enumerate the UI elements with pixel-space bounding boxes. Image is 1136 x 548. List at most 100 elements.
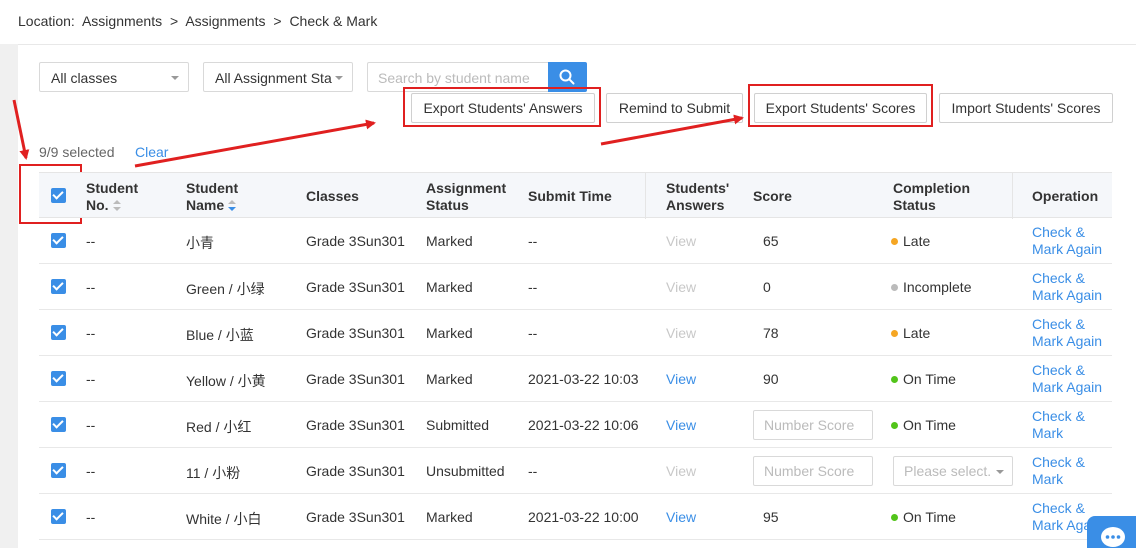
cell-completion-status: On Time [891, 509, 956, 525]
score-input[interactable]: Number Score [753, 410, 873, 440]
completion-label: Late [903, 325, 931, 341]
status-dot [891, 330, 898, 337]
breadcrumb-item[interactable]: Assignments [82, 13, 162, 29]
check-mark-link[interactable]: Check & Mark Again [1032, 224, 1112, 258]
chevron-down-icon [996, 470, 1004, 474]
cell-assignment-status: Marked [426, 509, 473, 525]
operation-label: Check & [1032, 408, 1085, 424]
search-placeholder: Search by student name [378, 70, 530, 86]
annotation-highlight-box [748, 84, 933, 127]
score-placeholder: Number Score [764, 417, 855, 433]
cell-submit-time: -- [528, 279, 538, 295]
cell-student-no: -- [86, 509, 96, 525]
sort-icon[interactable] [228, 200, 237, 212]
view-answers-link: View [666, 233, 697, 249]
operation-label: Check & [1032, 224, 1085, 240]
score-input[interactable]: Number Score [753, 456, 873, 486]
header-label: Status [893, 197, 936, 213]
sort-icon[interactable] [112, 200, 121, 212]
chevron-down-icon [171, 76, 179, 80]
cell-assignment-status: Marked [426, 279, 473, 295]
breadcrumb-item[interactable]: Assignments [185, 13, 265, 29]
select-all-checkbox[interactable] [51, 188, 66, 203]
cell-assignment-status: Submitted [426, 417, 490, 433]
view-answers-link[interactable]: View [666, 509, 696, 525]
check-mark-link[interactable]: Check & Mark Again [1032, 270, 1112, 304]
row-checkbox[interactable] [51, 463, 66, 478]
chevron-down-icon [335, 76, 343, 80]
chat-bubble-icon [1101, 527, 1125, 547]
row-checkbox[interactable] [51, 371, 66, 386]
cell-student-name: Yellow / 小黄 [186, 373, 266, 389]
operation-label: Check & [1032, 454, 1085, 470]
header-label: Name [186, 197, 225, 213]
chat-widget-button[interactable] [1087, 516, 1136, 548]
header-assignment-status: Assignment Status [426, 180, 506, 214]
view-answers-link: View [666, 463, 697, 479]
cell-class: Grade 3Sun301 [306, 417, 405, 433]
check-mark-link[interactable]: Check & Mark [1032, 408, 1112, 442]
completion-status-select[interactable]: Please select. [893, 456, 1013, 486]
table-row: -- Green / 小绿 Grade 3Sun301 Marked -- View 0 In… [39, 264, 1112, 310]
status-filter-value: All Assignment Sta [215, 70, 332, 86]
assignment-status-select[interactable]: All Assignment Sta [203, 62, 353, 92]
completion-label: On Time [903, 509, 956, 525]
cell-score: 95 [763, 509, 779, 525]
view-answers-link: View [666, 325, 697, 341]
breadcrumb-prefix: Location: [18, 13, 75, 29]
cell-student-name: Red / 小红 [186, 419, 252, 435]
clear-selection-link[interactable]: Clear [135, 144, 168, 160]
cell-class: Grade 3Sun301 [306, 279, 405, 295]
completion-label: On Time [903, 417, 956, 433]
completion-placeholder: Please select. [904, 463, 992, 479]
operation-label: Check & [1032, 362, 1085, 378]
header-completion-status: Completion Status [893, 180, 970, 214]
check-mark-link[interactable]: Check & Mark Again [1032, 362, 1112, 396]
header-label: Student [186, 180, 239, 196]
header-label: Students' [666, 180, 730, 196]
row-checkbox[interactable] [51, 279, 66, 294]
cell-class: Grade 3Sun301 [306, 233, 405, 249]
remind-submit-button[interactable]: Remind to Submit [606, 93, 743, 123]
header-label: Student [86, 180, 139, 196]
cell-score: 0 [763, 279, 771, 295]
row-checkbox[interactable] [51, 417, 66, 432]
cell-completion-status: On Time [891, 417, 956, 433]
row-checkbox[interactable] [51, 233, 66, 248]
status-dot [891, 514, 898, 521]
row-checkbox[interactable] [51, 509, 66, 524]
view-answers-link[interactable]: View [666, 417, 696, 433]
cell-completion-status: On Time [891, 371, 956, 387]
status-dot [891, 376, 898, 383]
breadcrumb: Location: Assignments > Assignments > Ch… [18, 13, 381, 29]
table-header: Student No. Student Name Classes Assignm… [39, 172, 1112, 219]
annotation-highlight-box [403, 87, 601, 127]
header-students-answers: Students' Answers [666, 180, 729, 214]
table-row: -- Yellow / 小黄 Grade 3Sun301 Marked 2021-03-… [39, 356, 1112, 402]
class-filter-select[interactable]: All classes [39, 62, 189, 92]
column-divider [1012, 173, 1013, 219]
check-mark-link[interactable]: Check & Mark Again [1032, 316, 1112, 350]
table-row: -- Blue / 小蓝 Grade 3Sun301 Marked -- View 78 La… [39, 310, 1112, 356]
breadcrumb-separator: > [170, 13, 179, 29]
cell-submit-time: -- [528, 233, 538, 249]
cell-student-name: Green / 小绿 [186, 281, 265, 297]
cell-student-no: -- [86, 463, 96, 479]
row-checkbox[interactable] [51, 325, 66, 340]
class-filter-value: All classes [51, 70, 118, 86]
cell-score: 78 [763, 325, 779, 341]
header-student-no[interactable]: Student No. [86, 180, 138, 214]
cell-assignment-status: Marked [426, 233, 473, 249]
header-student-name[interactable]: Student Name [186, 180, 238, 214]
breadcrumb-current: Check & Mark [289, 13, 378, 29]
view-answers-link[interactable]: View [666, 371, 696, 387]
cell-class: Grade 3Sun301 [306, 509, 405, 525]
completion-label: On Time [903, 371, 956, 387]
import-scores-button[interactable]: Import Students' Scores [939, 93, 1113, 123]
status-dot [891, 238, 898, 245]
status-dot [891, 422, 898, 429]
cell-assignment-status: Marked [426, 325, 473, 341]
cell-score: 90 [763, 371, 779, 387]
check-mark-link[interactable]: Check & Mark [1032, 454, 1112, 488]
completion-label: Incomplete [903, 279, 972, 295]
